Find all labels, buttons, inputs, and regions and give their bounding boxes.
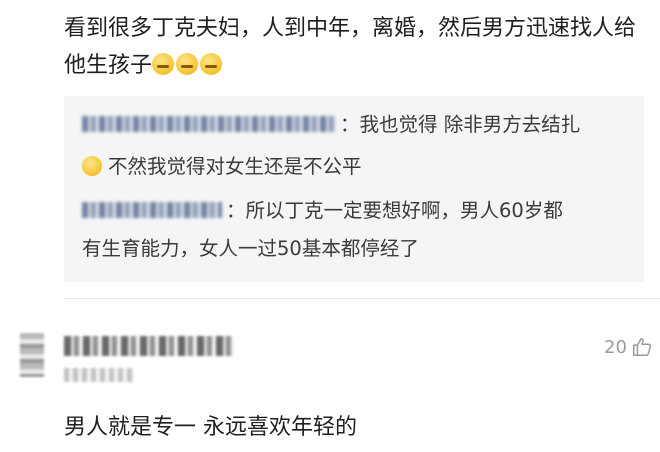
quote-text: 有生育能力，女人一过50基本都停经了 (82, 237, 419, 260)
quote-reply-2: ：所以丁克一定要想好啊，男人60岁都 (82, 194, 563, 228)
like-count: 20 (604, 336, 627, 358)
blurred-username (82, 202, 222, 218)
quote-reply-2-cont: 有生育能力，女人一过50基本都停经了 (82, 232, 419, 266)
quote-reply-1: ：我也觉得 除非男方去结扎 (82, 108, 580, 142)
smile-icon (82, 156, 102, 176)
quoted-replies: ：我也觉得 除非男方去结扎 不然我觉得对女生还是不公平 ：所以丁克一定要想好啊，… (64, 96, 644, 282)
awkward-face-icon (176, 53, 199, 75)
quote-text: 不然我觉得对女生还是不公平 (108, 155, 362, 178)
awkward-face-icon (152, 53, 175, 75)
quote-text: ：我也觉得 除非男方去结扎 (340, 113, 581, 136)
quote-text: ：所以丁克一定要想好啊，男人60岁都 (226, 199, 563, 222)
divider (64, 298, 660, 299)
comment-text: 男人就是专一 永远喜欢年轻的 (64, 415, 357, 440)
blurred-commenter-name[interactable] (64, 336, 234, 356)
post-text: 看到很多丁克夫妇，人到中年，离婚，然后男方迅速找人给他生孩子 (64, 16, 637, 78)
post-body: 看到很多丁克夫妇，人到中年，离婚，然后男方迅速找人给他生孩子 (64, 10, 644, 84)
thumbs-up-icon[interactable] (631, 336, 653, 358)
blurred-username (82, 116, 336, 132)
awkward-face-icon (200, 53, 223, 75)
like-button[interactable]: 20 (604, 334, 653, 360)
blurred-comment-meta (64, 368, 134, 382)
quote-reply-1-cont: 不然我觉得对女生还是不公平 (82, 150, 362, 184)
avatar[interactable] (20, 333, 44, 377)
